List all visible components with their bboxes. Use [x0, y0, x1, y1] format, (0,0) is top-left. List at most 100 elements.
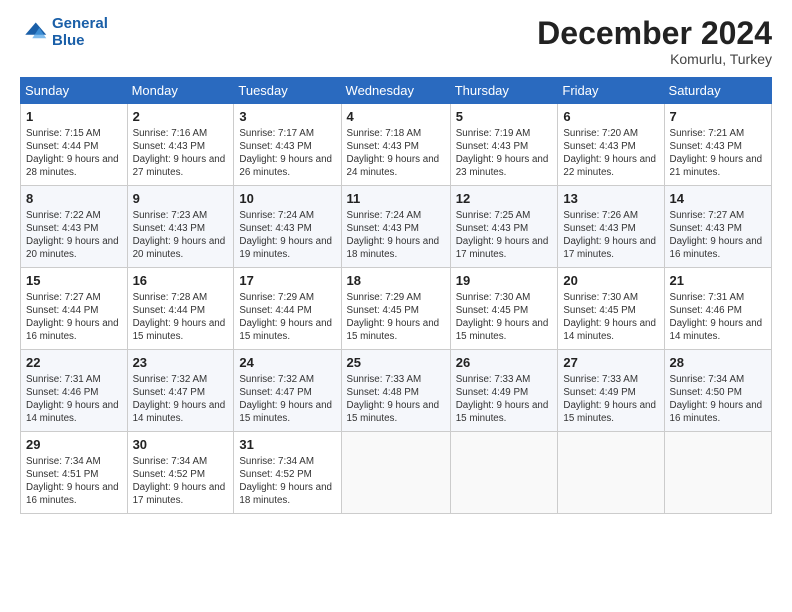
- day-cell: 5Sunrise: 7:19 AMSunset: 4:43 PMDaylight…: [450, 104, 558, 186]
- day-info: Sunrise: 7:33 AMSunset: 4:48 PMDaylight:…: [347, 373, 445, 426]
- day-info: Sunrise: 7:22 AMSunset: 4:43 PMDaylight:…: [26, 209, 122, 262]
- day-cell: 29Sunrise: 7:34 AMSunset: 4:51 PMDayligh…: [21, 432, 128, 514]
- day-info: Sunrise: 7:31 AMSunset: 4:46 PMDaylight:…: [26, 373, 122, 426]
- day-number: 20: [563, 272, 658, 290]
- day-number: 5: [456, 108, 553, 126]
- day-number: 3: [239, 108, 335, 126]
- day-cell: 3Sunrise: 7:17 AMSunset: 4:43 PMDaylight…: [234, 104, 341, 186]
- day-number: 16: [133, 272, 229, 290]
- day-info: Sunrise: 7:32 AMSunset: 4:47 PMDaylight:…: [133, 373, 229, 426]
- day-info: Sunrise: 7:29 AMSunset: 4:44 PMDaylight:…: [239, 291, 335, 344]
- day-cell: 25Sunrise: 7:33 AMSunset: 4:48 PMDayligh…: [341, 350, 450, 432]
- day-cell: 22Sunrise: 7:31 AMSunset: 4:46 PMDayligh…: [21, 350, 128, 432]
- week-row-4: 22Sunrise: 7:31 AMSunset: 4:46 PMDayligh…: [21, 350, 772, 432]
- day-number: 22: [26, 354, 122, 372]
- day-info: Sunrise: 7:33 AMSunset: 4:49 PMDaylight:…: [563, 373, 658, 426]
- header-row: Sunday Monday Tuesday Wednesday Thursday…: [21, 78, 772, 104]
- day-cell: 16Sunrise: 7:28 AMSunset: 4:44 PMDayligh…: [127, 268, 234, 350]
- location-subtitle: Komurlu, Turkey: [537, 51, 772, 67]
- day-number: 14: [670, 190, 766, 208]
- day-cell: 30Sunrise: 7:34 AMSunset: 4:52 PMDayligh…: [127, 432, 234, 514]
- day-number: 6: [563, 108, 658, 126]
- day-number: 29: [26, 436, 122, 454]
- header: General Blue December 2024 Komurlu, Turk…: [20, 16, 772, 67]
- day-number: 23: [133, 354, 229, 372]
- day-cell: 27Sunrise: 7:33 AMSunset: 4:49 PMDayligh…: [558, 350, 664, 432]
- day-number: 13: [563, 190, 658, 208]
- day-number: 24: [239, 354, 335, 372]
- logo: General Blue: [20, 16, 108, 49]
- day-info: Sunrise: 7:15 AMSunset: 4:44 PMDaylight:…: [26, 127, 122, 180]
- day-cell: 24Sunrise: 7:32 AMSunset: 4:47 PMDayligh…: [234, 350, 341, 432]
- col-tuesday: Tuesday: [234, 78, 341, 104]
- col-wednesday: Wednesday: [341, 78, 450, 104]
- col-sunday: Sunday: [21, 78, 128, 104]
- day-cell: [664, 432, 771, 514]
- day-cell: 14Sunrise: 7:27 AMSunset: 4:43 PMDayligh…: [664, 186, 771, 268]
- day-info: Sunrise: 7:34 AMSunset: 4:52 PMDaylight:…: [239, 455, 335, 508]
- day-number: 31: [239, 436, 335, 454]
- day-number: 1: [26, 108, 122, 126]
- day-cell: 28Sunrise: 7:34 AMSunset: 4:50 PMDayligh…: [664, 350, 771, 432]
- day-number: 12: [456, 190, 553, 208]
- day-number: 25: [347, 354, 445, 372]
- logo-icon: [20, 19, 48, 47]
- day-number: 15: [26, 272, 122, 290]
- logo-line1: General: [52, 16, 108, 33]
- day-cell: 6Sunrise: 7:20 AMSunset: 4:43 PMDaylight…: [558, 104, 664, 186]
- day-info: Sunrise: 7:34 AMSunset: 4:50 PMDaylight:…: [670, 373, 766, 426]
- day-info: Sunrise: 7:18 AMSunset: 4:43 PMDaylight:…: [347, 127, 445, 180]
- day-info: Sunrise: 7:34 AMSunset: 4:52 PMDaylight:…: [133, 455, 229, 508]
- logo-text: General Blue: [52, 16, 108, 49]
- col-monday: Monday: [127, 78, 234, 104]
- day-info: Sunrise: 7:27 AMSunset: 4:44 PMDaylight:…: [26, 291, 122, 344]
- day-cell: 12Sunrise: 7:25 AMSunset: 4:43 PMDayligh…: [450, 186, 558, 268]
- day-info: Sunrise: 7:30 AMSunset: 4:45 PMDaylight:…: [563, 291, 658, 344]
- calendar: Sunday Monday Tuesday Wednesday Thursday…: [20, 77, 772, 514]
- day-cell: 21Sunrise: 7:31 AMSunset: 4:46 PMDayligh…: [664, 268, 771, 350]
- day-number: 7: [670, 108, 766, 126]
- day-info: Sunrise: 7:23 AMSunset: 4:43 PMDaylight:…: [133, 209, 229, 262]
- col-saturday: Saturday: [664, 78, 771, 104]
- day-cell: 15Sunrise: 7:27 AMSunset: 4:44 PMDayligh…: [21, 268, 128, 350]
- day-number: 17: [239, 272, 335, 290]
- calendar-body: 1Sunrise: 7:15 AMSunset: 4:44 PMDaylight…: [21, 104, 772, 514]
- day-cell: [341, 432, 450, 514]
- day-info: Sunrise: 7:16 AMSunset: 4:43 PMDaylight:…: [133, 127, 229, 180]
- logo-line2: Blue: [52, 33, 108, 50]
- day-number: 4: [347, 108, 445, 126]
- day-number: 18: [347, 272, 445, 290]
- day-cell: 9Sunrise: 7:23 AMSunset: 4:43 PMDaylight…: [127, 186, 234, 268]
- col-thursday: Thursday: [450, 78, 558, 104]
- day-cell: 8Sunrise: 7:22 AMSunset: 4:43 PMDaylight…: [21, 186, 128, 268]
- day-cell: 20Sunrise: 7:30 AMSunset: 4:45 PMDayligh…: [558, 268, 664, 350]
- day-info: Sunrise: 7:33 AMSunset: 4:49 PMDaylight:…: [456, 373, 553, 426]
- col-friday: Friday: [558, 78, 664, 104]
- day-cell: [558, 432, 664, 514]
- title-block: December 2024 Komurlu, Turkey: [537, 16, 772, 67]
- week-row-2: 8Sunrise: 7:22 AMSunset: 4:43 PMDaylight…: [21, 186, 772, 268]
- day-cell: 17Sunrise: 7:29 AMSunset: 4:44 PMDayligh…: [234, 268, 341, 350]
- day-number: 10: [239, 190, 335, 208]
- day-cell: 26Sunrise: 7:33 AMSunset: 4:49 PMDayligh…: [450, 350, 558, 432]
- day-number: 30: [133, 436, 229, 454]
- day-cell: 1Sunrise: 7:15 AMSunset: 4:44 PMDaylight…: [21, 104, 128, 186]
- month-title: December 2024: [537, 16, 772, 51]
- day-cell: 13Sunrise: 7:26 AMSunset: 4:43 PMDayligh…: [558, 186, 664, 268]
- day-number: 9: [133, 190, 229, 208]
- day-number: 2: [133, 108, 229, 126]
- day-info: Sunrise: 7:34 AMSunset: 4:51 PMDaylight:…: [26, 455, 122, 508]
- day-number: 21: [670, 272, 766, 290]
- day-number: 26: [456, 354, 553, 372]
- day-cell: 18Sunrise: 7:29 AMSunset: 4:45 PMDayligh…: [341, 268, 450, 350]
- week-row-3: 15Sunrise: 7:27 AMSunset: 4:44 PMDayligh…: [21, 268, 772, 350]
- day-info: Sunrise: 7:25 AMSunset: 4:43 PMDaylight:…: [456, 209, 553, 262]
- day-info: Sunrise: 7:32 AMSunset: 4:47 PMDaylight:…: [239, 373, 335, 426]
- day-info: Sunrise: 7:28 AMSunset: 4:44 PMDaylight:…: [133, 291, 229, 344]
- day-info: Sunrise: 7:19 AMSunset: 4:43 PMDaylight:…: [456, 127, 553, 180]
- week-row-1: 1Sunrise: 7:15 AMSunset: 4:44 PMDaylight…: [21, 104, 772, 186]
- day-info: Sunrise: 7:20 AMSunset: 4:43 PMDaylight:…: [563, 127, 658, 180]
- calendar-header: Sunday Monday Tuesday Wednesday Thursday…: [21, 78, 772, 104]
- page: General Blue December 2024 Komurlu, Turk…: [0, 0, 792, 612]
- day-number: 28: [670, 354, 766, 372]
